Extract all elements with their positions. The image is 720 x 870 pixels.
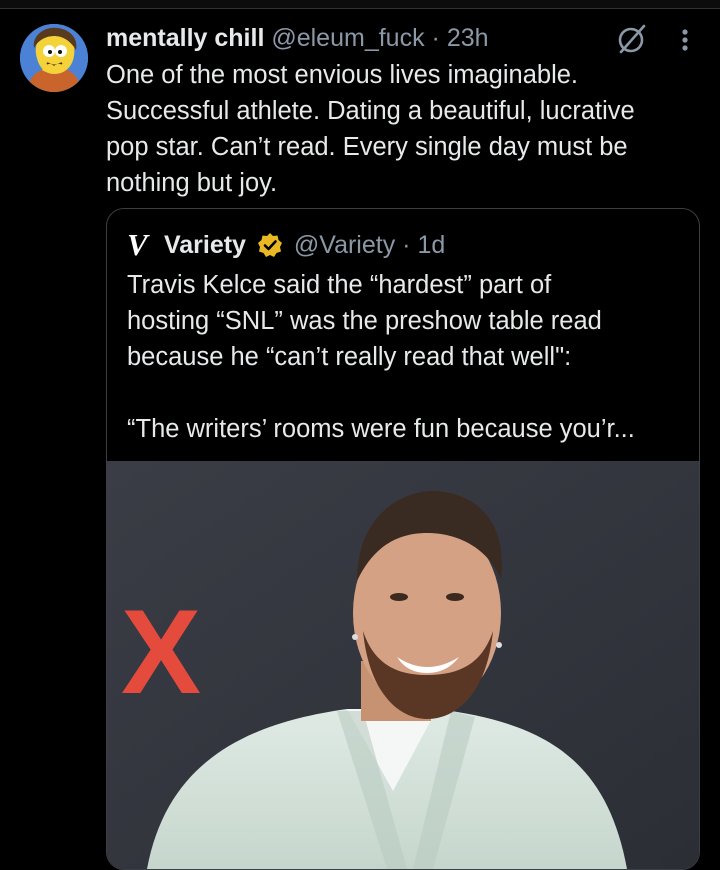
separator-dot: ·: [431, 24, 440, 52]
more-icon[interactable]: [675, 24, 695, 56]
tweet-header: mentally chill @eleum_fuck · 23h: [106, 22, 489, 54]
timestamp[interactable]: 23h: [447, 24, 489, 52]
quote-separator-dot: ·: [402, 231, 411, 259]
display-name[interactable]: mentally chill: [106, 24, 264, 52]
gold-verified-icon: [257, 233, 282, 257]
cartoon-avatar-icon: [20, 24, 88, 92]
quote-timestamp: 1d: [417, 231, 446, 259]
quote-handle[interactable]: @Variety: [294, 231, 395, 259]
quoted-tweet-card[interactable]: V Variety @Variety · 1d Travis Kelce sai…: [106, 208, 700, 870]
user-handle[interactable]: @eleum_fuck: [271, 24, 424, 52]
quote-text: Travis Kelce said the “hardest” part of …: [127, 271, 635, 443]
grok-icon[interactable]: [614, 22, 650, 56]
portrait-image: X: [107, 461, 699, 869]
quote-photo[interactable]: X: [107, 461, 699, 869]
variety-logo-icon: V: [127, 227, 148, 262]
tweet-text: One of the most envious lives imaginable…: [106, 61, 635, 197]
avatar[interactable]: [20, 24, 88, 92]
backdrop-letter: X: [121, 585, 201, 719]
quote-display-name[interactable]: Variety: [164, 231, 246, 259]
quote-header: V Variety @Variety · 1d: [127, 229, 445, 261]
top-divider: [0, 0, 720, 9]
